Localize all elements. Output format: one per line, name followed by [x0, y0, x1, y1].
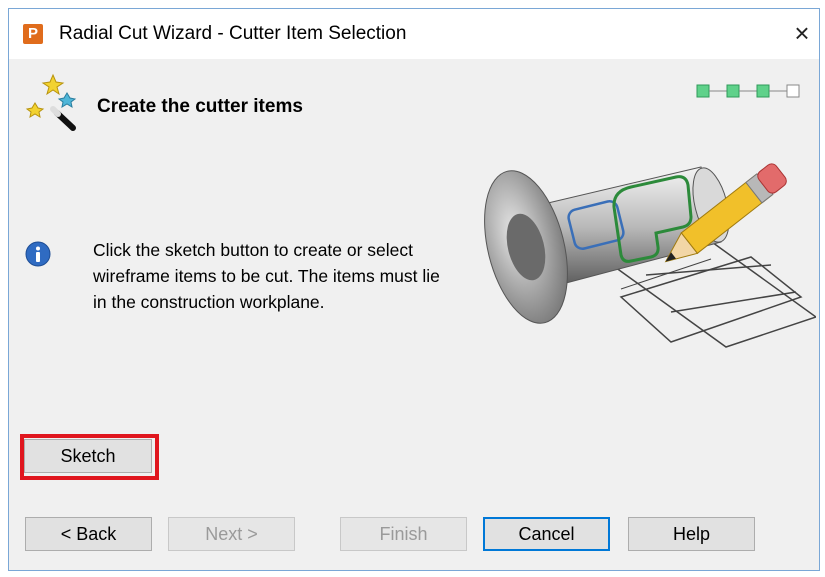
help-button[interactable]: Help	[628, 517, 755, 551]
magic-wand-icon	[25, 73, 77, 131]
progress-step-2	[726, 84, 740, 98]
progress-step-4	[786, 84, 800, 98]
sketch-button-highlight	[20, 434, 159, 480]
cylinder-sketch-pencil-illustration	[484, 163, 816, 348]
instruction-message: Click the sketch button to create or sel…	[93, 240, 440, 312]
info-icon	[25, 241, 51, 267]
next-button[interactable]: Next >	[168, 517, 295, 551]
progress-step-3	[756, 84, 770, 98]
finish-button[interactable]: Finish	[340, 517, 467, 551]
wizard-dialog: P Radial Cut Wizard - Cutter Item Select…	[8, 8, 820, 571]
cancel-button[interactable]: Cancel	[483, 517, 610, 551]
wizard-progress-indicator	[696, 84, 800, 98]
title-bar: P Radial Cut Wizard - Cutter Item Select…	[9, 9, 819, 59]
app-logo-icon: P	[23, 24, 43, 44]
page-heading: Create the cutter items	[97, 96, 303, 117]
progress-step-1	[696, 84, 710, 98]
window-title: Radial Cut Wizard - Cutter Item Selectio…	[59, 23, 407, 44]
close-button[interactable]: ×	[787, 17, 817, 49]
back-button[interactable]: < Back	[25, 517, 152, 551]
